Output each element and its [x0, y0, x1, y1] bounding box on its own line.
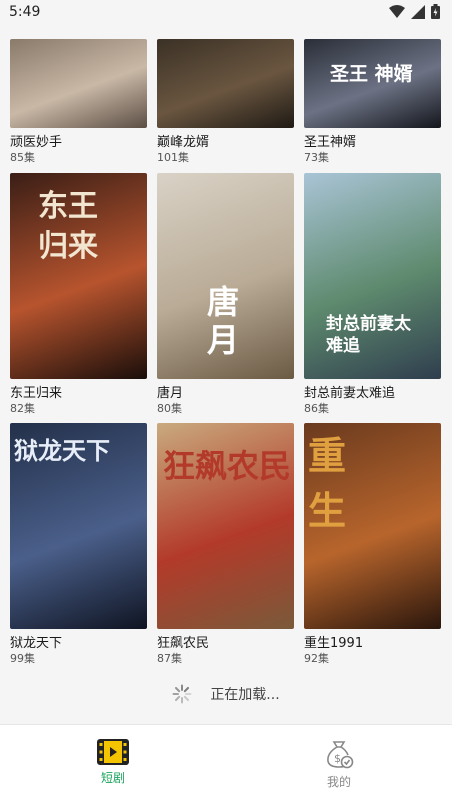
drama-poster[interactable]: 唐月 [157, 173, 294, 379]
nav-label-shorts: 短剧 [100, 771, 125, 785]
drama-title[interactable]: 唐月 [157, 382, 294, 401]
drama-grid: 顽医妙手 85集 巅峰龙婿 101集 圣王 神婿 圣王神婿 73集 东王归来 东… [0, 39, 452, 665]
drama-title[interactable]: 狱龙天下 [10, 632, 147, 651]
drama-card[interactable]: 顽医妙手 85集 [10, 39, 147, 165]
drama-title[interactable]: 巅峰龙婿 [157, 131, 294, 150]
episode-count: 92集 [304, 652, 329, 665]
drama-title[interactable]: 狂飙农民 [157, 632, 294, 651]
drama-poster[interactable] [157, 39, 294, 128]
episode-count: 86集 [304, 402, 329, 415]
episode-count: 73集 [304, 151, 329, 164]
episode-count: 80集 [157, 402, 182, 415]
bottom-nav: 短剧 $ 我的 [0, 724, 452, 804]
loading-indicator: 正在加载... [0, 681, 452, 707]
status-time: 5:49 [9, 4, 41, 20]
drama-card[interactable]: 东王归来 东王归来 82集 [10, 173, 147, 416]
drama-row: 东王归来 东王归来 82集 唐月 唐月 80集 封总前妻太难追 封总前妻太难追 … [0, 173, 452, 423]
drama-card[interactable]: 狂飙农民 狂飙农民 87集 [157, 423, 294, 666]
episode-count: 82集 [10, 402, 35, 415]
poster-title-art: 封总前妻太难追 [326, 314, 411, 356]
drama-card[interactable]: 狱龙天下 狱龙天下 99集 [10, 423, 147, 666]
drama-card[interactable]: 巅峰龙婿 101集 [157, 39, 294, 165]
loading-text: 正在加载... [210, 687, 280, 703]
drama-card[interactable]: 重生 重生1991 92集 [304, 423, 441, 666]
drama-card[interactable]: 封总前妻太难追 封总前妻太难追 86集 [304, 173, 441, 416]
nav-label-mine: 我的 [326, 775, 351, 789]
nav-tab-mine[interactable]: $ 我的 [289, 739, 389, 790]
poster-title-art: 圣王 神婿 [330, 63, 413, 85]
money-bag-icon: $ [327, 741, 354, 769]
film-icon [97, 739, 129, 765]
wifi-icon [389, 4, 405, 18]
drama-card[interactable]: 圣王 神婿 圣王神婿 73集 [304, 39, 441, 165]
episode-count: 101集 [157, 151, 189, 164]
poster-title-art: 狱龙天下 [14, 436, 110, 465]
drama-poster[interactable]: 封总前妻太难追 [304, 173, 441, 379]
poster-title-art: 唐月 [207, 283, 240, 359]
poster-title-art: 狂飙农民 [163, 447, 292, 485]
spinner-icon [172, 684, 192, 704]
drama-row: 狱龙天下 狱龙天下 99集 狂飙农民 狂飙农民 87集 重生 重生1991 92… [0, 423, 452, 673]
status-icons [389, 4, 440, 19]
drama-poster[interactable]: 狂飙农民 [157, 423, 294, 629]
signal-icon [411, 4, 425, 19]
drama-title[interactable]: 顽医妙手 [10, 131, 147, 150]
episode-count: 99集 [10, 652, 35, 665]
drama-card[interactable]: 唐月 唐月 80集 [157, 173, 294, 416]
nav-tab-shorts[interactable]: 短剧 [63, 739, 163, 786]
drama-title[interactable]: 重生1991 [304, 632, 441, 651]
svg-text:$: $ [334, 752, 341, 765]
drama-poster[interactable]: 狱龙天下 [10, 423, 147, 629]
drama-title[interactable]: 东王归来 [10, 382, 147, 401]
episode-count: 87集 [157, 652, 182, 665]
poster-title-art: 重生 [308, 433, 387, 533]
battery-icon [431, 4, 440, 19]
episode-count: 85集 [10, 151, 35, 164]
drama-poster[interactable]: 东王归来 [10, 173, 147, 379]
drama-title[interactable]: 封总前妻太难追 [304, 382, 441, 401]
drama-title[interactable]: 圣王神婿 [304, 131, 441, 150]
drama-poster[interactable]: 圣王 神婿 [304, 39, 441, 128]
poster-title-art: 东王归来 [38, 189, 98, 264]
drama-poster[interactable] [10, 39, 147, 128]
status-bar: 5:49 [0, 0, 452, 26]
drama-poster[interactable]: 重生 [304, 423, 441, 629]
